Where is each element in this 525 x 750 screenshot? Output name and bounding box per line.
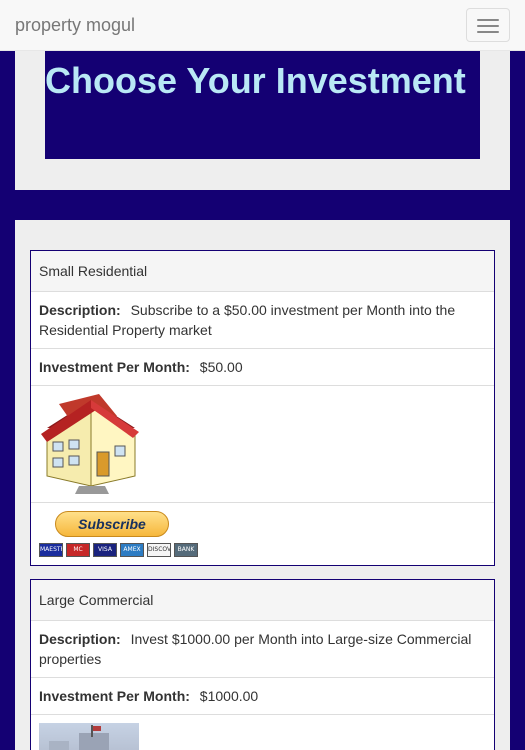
hero-panel: Choose Your Investment — [15, 51, 510, 190]
product-name: Large Commercial — [31, 580, 494, 621]
maestro-icon: MAESTRO — [39, 543, 63, 557]
product-description-row: Description: Subscribe to a $50.00 inves… — [31, 292, 494, 349]
product-card: Small Residential Description: Subscribe… — [30, 250, 495, 566]
navbar: property mogul — [0, 0, 525, 51]
subscribe-button[interactable]: Subscribe — [55, 511, 169, 537]
bank-icon: BANK — [174, 543, 198, 557]
mastercard-icon: MC — [66, 543, 90, 557]
investment-label: Investment Per Month: — [39, 359, 190, 375]
amex-icon: AMEX — [120, 543, 144, 557]
navbar-brand[interactable]: property mogul — [15, 15, 135, 35]
product-image-row — [31, 715, 494, 750]
hero-banner: Choose Your Investment — [45, 51, 480, 159]
description-label: Description: — [39, 302, 121, 318]
hamburger-icon-bar — [477, 25, 499, 27]
building-icon-graphic — [49, 725, 109, 750]
product-card: Large Commercial Description: Invest $10… — [30, 579, 495, 750]
menu-toggle-button[interactable] — [466, 8, 510, 42]
payment-icons: MAESTRO MC VISA AMEX DISCOVER BANK — [39, 543, 486, 557]
page-title: Choose Your Investment — [45, 60, 466, 101]
investment-value: $1000.00 — [199, 688, 259, 704]
investment-row: Investment Per Month: $1000.00 — [31, 678, 494, 715]
description-label: Description: — [39, 631, 121, 647]
investment-label: Investment Per Month: — [39, 688, 190, 704]
house-icon — [41, 394, 139, 494]
investment-row: Investment Per Month: $50.00 — [31, 349, 494, 386]
hamburger-icon — [477, 19, 499, 21]
product-name: Small Residential — [31, 251, 494, 292]
product-list: Small Residential Description: Subscribe… — [15, 220, 510, 750]
subscribe-row: Subscribe MAESTRO MC VISA AMEX DISCOVER … — [31, 503, 494, 565]
visa-icon: VISA — [93, 543, 117, 557]
product-description-row: Description: Invest $1000.00 per Month i… — [31, 621, 494, 678]
product-image-row — [31, 386, 494, 503]
hamburger-icon-bar — [477, 31, 499, 33]
building-icon — [39, 723, 139, 750]
discover-icon: DISCOVER — [147, 543, 171, 557]
investment-value: $50.00 — [199, 359, 243, 375]
